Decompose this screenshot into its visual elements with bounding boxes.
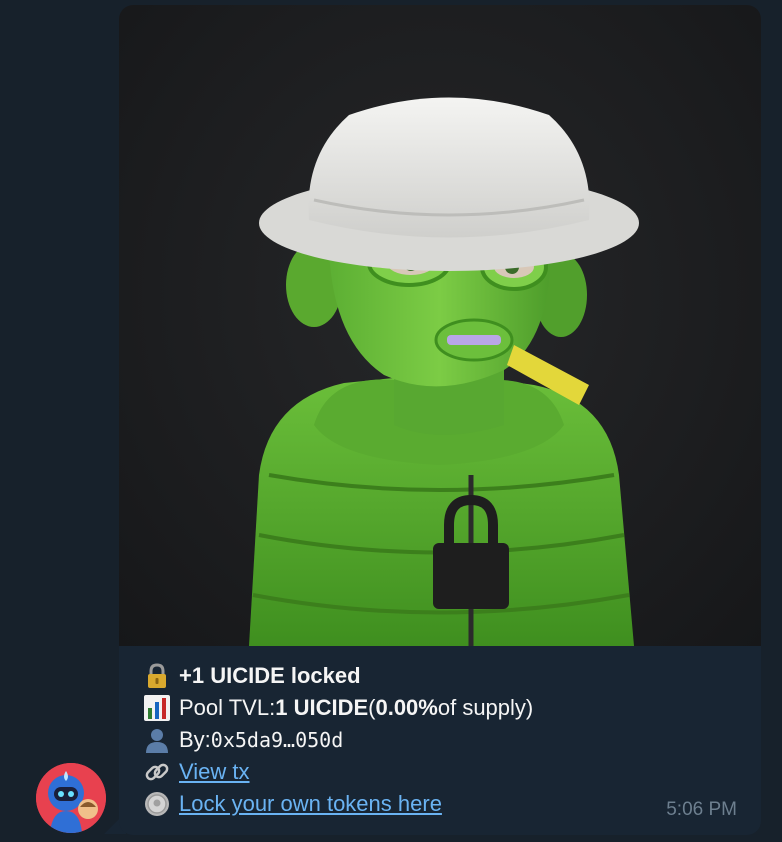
pool-tvl-open: ( [368, 695, 376, 720]
locked-amount: +1 UICIDE locked [179, 663, 361, 688]
bot-avatar[interactable] [36, 763, 106, 833]
wallet-address[interactable]: 0x5da9…050d [211, 724, 343, 756]
by-line: By: 0x5da9…050d [143, 724, 745, 756]
view-tx-link[interactable]: View tx [179, 756, 250, 788]
by-label: By: [179, 727, 211, 752]
pool-tvl-suffix: of supply) [437, 695, 534, 720]
pool-tvl-label: Pool TVL: [179, 695, 276, 720]
user-silhouette-icon [143, 724, 179, 756]
pool-tvl-percent: 0.00% [375, 695, 438, 720]
message-timestamp: 5:06 PM [666, 799, 737, 820]
pool-tvl-value: 1 UICIDE [275, 695, 369, 720]
lock-own-tokens-link[interactable]: Lock your own tokens here [179, 788, 442, 820]
pool-tvl-line: Pool TVL: 1 UICIDE ( 0.00% of supply) [143, 692, 745, 724]
view-tx-line: View tx [143, 756, 745, 788]
message-text: +1 UICIDE locked Pool TVL: 1 UICIDE ( 0.… [143, 660, 745, 820]
green-character-illustration [249, 97, 639, 646]
coin-icon [143, 788, 179, 820]
message-bubble[interactable]: +1 UICIDE locked Pool TVL: 1 UICIDE ( 0.… [119, 5, 761, 835]
bar-chart-icon [143, 692, 179, 724]
robot-avatar-icon [36, 763, 106, 833]
link-icon [143, 756, 179, 788]
message-image[interactable] [119, 5, 761, 646]
locked-line: +1 UICIDE locked [143, 660, 745, 692]
lock-own-line: Lock your own tokens here [143, 788, 745, 820]
lock-icon [143, 660, 179, 692]
